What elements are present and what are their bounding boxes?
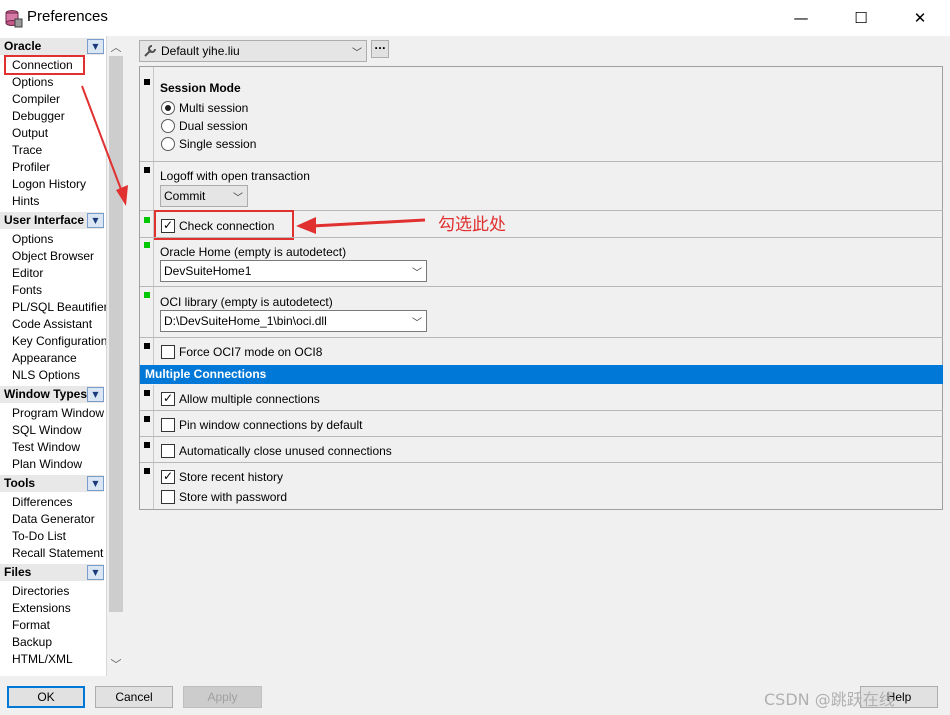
cancel-button[interactable]: Cancel	[95, 686, 173, 708]
watermark: CSDN @跳跃在线	[764, 690, 895, 709]
ok-button[interactable]: OK	[7, 686, 85, 708]
annotation-arrows	[81, 85, 426, 234]
apply-button[interactable]: Apply	[183, 686, 262, 708]
annotation-text: 勾选此处	[438, 215, 506, 235]
